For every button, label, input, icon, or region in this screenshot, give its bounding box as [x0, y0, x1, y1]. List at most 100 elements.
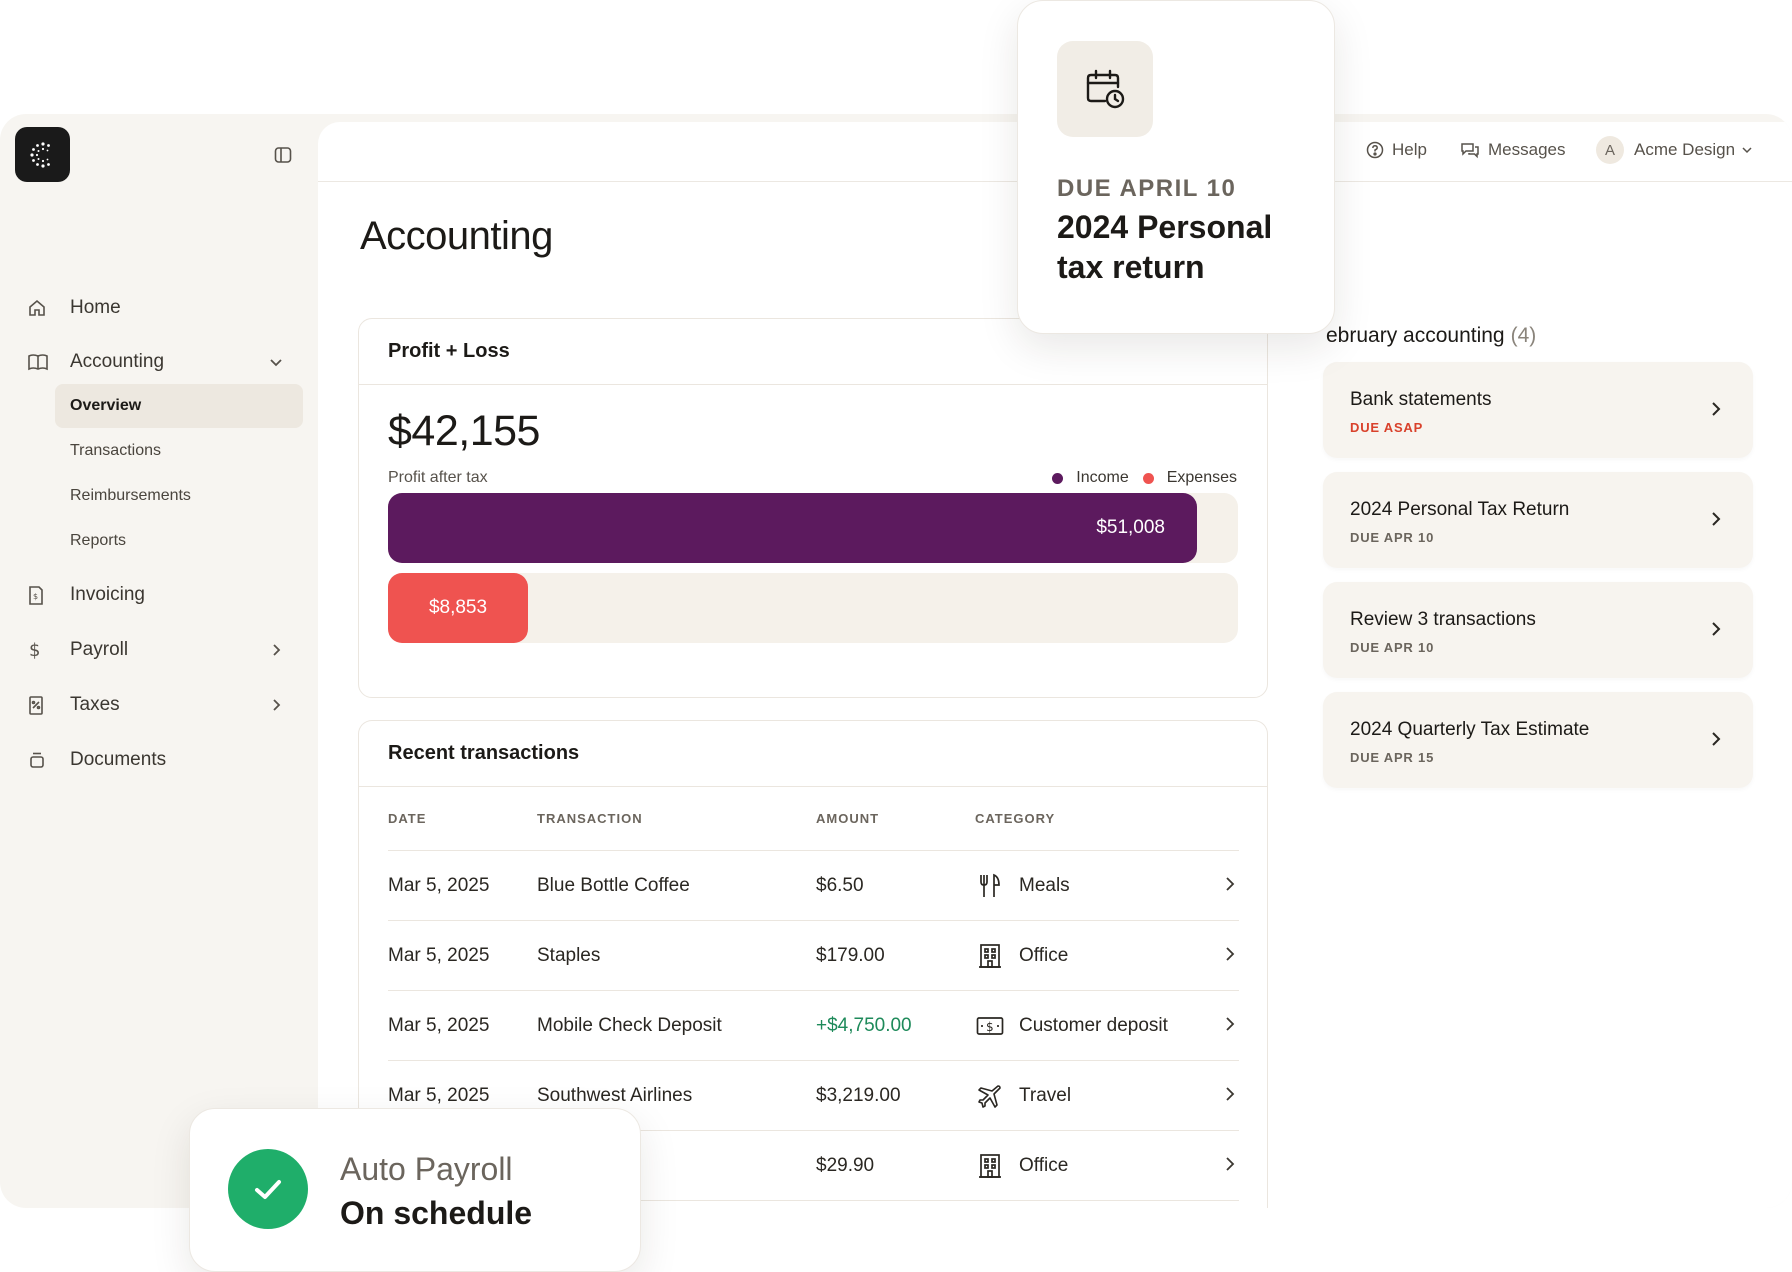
sidebar-item-label: Taxes [70, 694, 120, 715]
table-row[interactable]: Mar 5, 2025 Staples $179.00 Office [388, 921, 1239, 991]
task-name: 2024 Quarterly Tax Estimate [1350, 719, 1590, 740]
utensils-icon [975, 871, 1005, 901]
auto-payroll-card: Auto Payroll On schedule [189, 1108, 641, 1272]
income-bar[interactable]: $51,008 [388, 493, 1197, 563]
sidebar-item-home[interactable]: Home [28, 288, 298, 328]
legend-expenses-label: Expenses [1166, 469, 1237, 486]
row-amount: $29.90 [816, 1154, 875, 1176]
svg-text:$: $ [33, 592, 38, 601]
row-amount: $6.50 [816, 874, 864, 896]
chart-legend: Income Expenses [1038, 469, 1237, 487]
legend-income-label: Income [1076, 469, 1129, 486]
help-link[interactable]: Help [1366, 140, 1427, 160]
table-row[interactable]: Mar 5, 2025 Blue Bottle Coffee $6.50 Mea… [388, 851, 1239, 921]
row-category-label: Office [1019, 944, 1069, 966]
row-amount: $179.00 [816, 944, 885, 966]
row-transaction: Mobile Check Deposit [537, 1014, 722, 1036]
sidebar-subitem-reports[interactable]: Reports [55, 519, 303, 563]
sidebar-item-accounting[interactable]: Accounting [28, 342, 298, 382]
sidebar: Home Accounting Overview Transactions Re… [0, 114, 318, 1208]
task-due: DUE APR 10 [1350, 530, 1435, 545]
profit-amount: $42,155 [388, 407, 540, 455]
legend-income: Income [1052, 469, 1129, 487]
row-date: Mar 5, 2025 [388, 1084, 490, 1106]
chevron-right-icon [1223, 1016, 1237, 1038]
sidebar-subitem-reimbursements[interactable]: Reimbursements [55, 474, 303, 518]
collapse-sidebar-button[interactable] [272, 144, 294, 166]
archive-icon [28, 749, 56, 771]
messages-link[interactable]: Messages [1460, 140, 1565, 160]
row-category-label: Customer deposit [1019, 1014, 1168, 1036]
messages-icon [1461, 143, 1479, 159]
task-name: 2024 Personal Tax Return [1350, 499, 1570, 520]
task-card[interactable]: 2024 Quarterly Tax Estimate DUE APR 15 [1323, 692, 1753, 788]
sidebar-item-label: Invoicing [70, 584, 145, 605]
row-category-label: Travel [1019, 1084, 1072, 1106]
account-menu[interactable]: A Acme Design [1596, 136, 1761, 164]
chevron-right-icon [1223, 1086, 1237, 1108]
building-icon [975, 941, 1005, 971]
cash-icon: $ [975, 1011, 1005, 1041]
row-transaction: Blue Bottle Coffee [537, 874, 690, 896]
messages-label: Messages [1488, 140, 1566, 159]
task-due: DUE APR 15 [1350, 750, 1435, 765]
sidebar-item-payroll[interactable]: $ Payroll [28, 630, 298, 670]
sidebar-toggle-icon [274, 147, 292, 163]
dollar-icon: $ [28, 639, 56, 661]
plane-icon [975, 1081, 1005, 1111]
tasks-count: (4) [1510, 324, 1537, 347]
sidebar-item-label: Documents [70, 749, 167, 770]
sidebar-item-label: Home [70, 297, 121, 318]
check-circle-icon [228, 1149, 308, 1229]
task-due: DUE APR 10 [1350, 640, 1435, 655]
profit-subtitle: Profit after tax [388, 469, 488, 486]
sidebar-item-invoicing[interactable]: $ Invoicing [28, 575, 298, 615]
chevron-right-icon [1223, 946, 1237, 968]
task-card[interactable]: 2024 Personal Tax Return DUE APR 10 [1323, 472, 1753, 568]
sidebar-item-label: Payroll [70, 639, 129, 660]
row-date: Mar 5, 2025 [388, 1014, 490, 1036]
transactions-title: Recent transactions [359, 721, 1267, 787]
payroll-status: On schedule [340, 1195, 533, 1231]
book-icon [28, 351, 56, 373]
chevron-down-icon [266, 352, 286, 372]
svg-text:$: $ [986, 1020, 994, 1034]
chevron-right-icon [1223, 876, 1237, 898]
due-date-popover[interactable]: DUE APRIL 10 2024 Personal tax return [1017, 0, 1335, 334]
sidebar-item-taxes[interactable]: Taxes [28, 685, 298, 725]
table-row[interactable]: Mar 5, 2025 Mobile Check Deposit +$4,750… [388, 991, 1239, 1061]
page-title: Accounting [360, 214, 553, 258]
income-bar-track: $51,008 [388, 493, 1238, 563]
sidebar-subitem-overview[interactable]: Overview [55, 384, 303, 428]
task-card[interactable]: Bank statements DUE ASAP [1323, 362, 1753, 458]
chevron-down-icon [1742, 147, 1752, 154]
expenses-dot [1142, 472, 1154, 484]
task-name: Review 3 transactions [1350, 609, 1536, 630]
app-logo[interactable] [15, 127, 70, 182]
task-card[interactable]: Review 3 transactions DUE APR 10 [1323, 582, 1753, 678]
chevron-right-icon [1709, 620, 1723, 643]
chevron-right-icon [1709, 400, 1723, 423]
col-date: DATE [388, 811, 427, 826]
org-name: Acme Design [1634, 140, 1736, 159]
row-transaction: Southwest Airlines [537, 1084, 693, 1106]
row-date: Mar 5, 2025 [388, 874, 490, 896]
sidebar-item-documents[interactable]: Documents [28, 740, 298, 780]
row-category: $ Customer deposit [975, 1011, 1168, 1041]
table-header: DATE TRANSACTION AMOUNT CATEGORY [388, 787, 1239, 851]
due-label: DUE APRIL 10 [1057, 175, 1237, 202]
row-amount: $3,219.00 [816, 1084, 901, 1106]
row-category: Travel [975, 1081, 1071, 1111]
col-category: CATEGORY [975, 811, 1056, 826]
expenses-bar[interactable]: $8,853 [388, 573, 528, 643]
logo-mark-icon [29, 141, 50, 168]
sidebar-subitem-transactions[interactable]: Transactions [55, 429, 303, 473]
chevron-right-icon [266, 695, 286, 715]
tasks-title: ebruary accounting (4) [1326, 324, 1726, 348]
col-amount: AMOUNT [816, 811, 880, 826]
chevron-right-icon [1709, 730, 1723, 753]
help-label: Help [1392, 140, 1427, 159]
expenses-bar-label: $8,853 [428, 597, 488, 618]
income-bar-label: $51,008 [1096, 517, 1165, 538]
svg-text:$: $ [29, 640, 40, 660]
